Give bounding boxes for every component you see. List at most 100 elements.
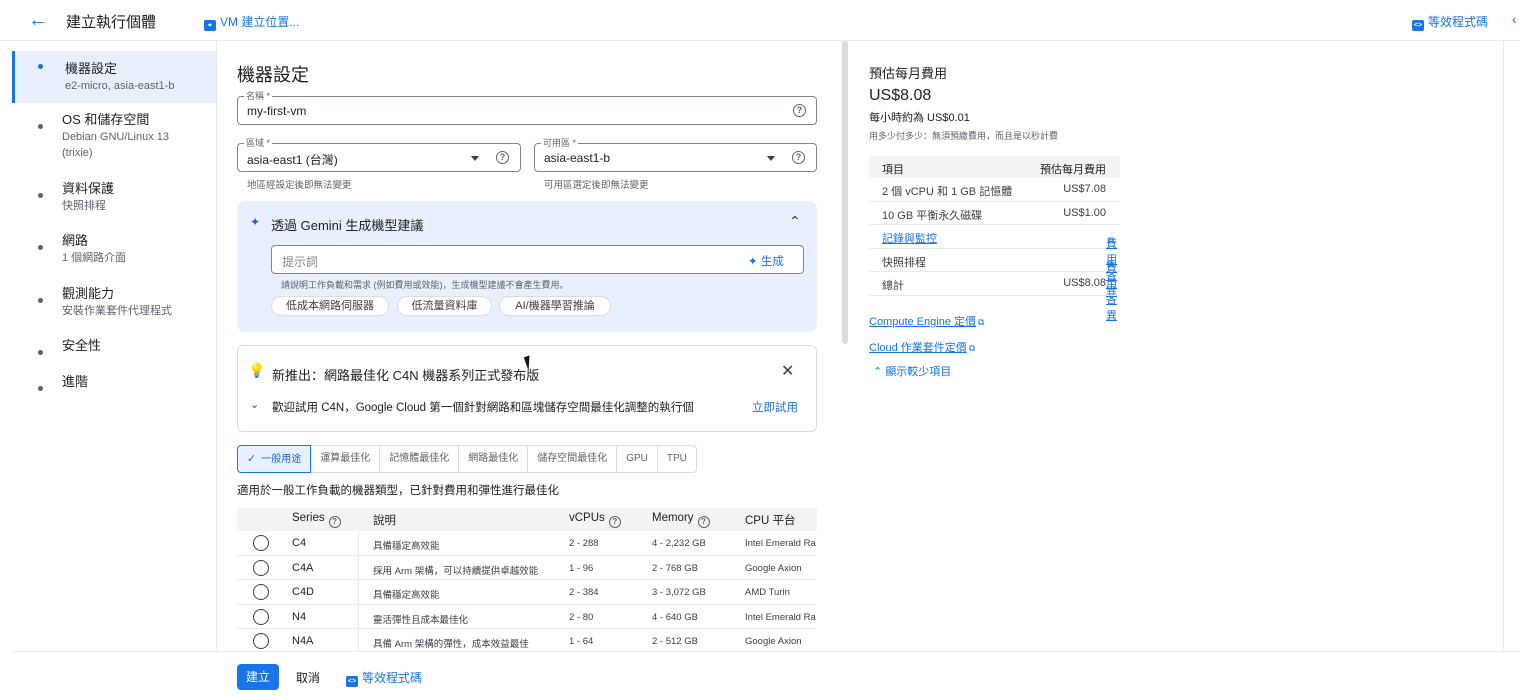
help-icon[interactable]: ? [697, 516, 710, 528]
tab-compute-optimized[interactable]: 運算最佳化 [311, 445, 381, 473]
chip-low-cost-web-server[interactable]: 低成本網路伺服器 [271, 296, 389, 316]
cell-divider [358, 531, 359, 555]
region-select[interactable]: 區域 * asia-east1 (台灣) ? [237, 137, 521, 172]
table-row[interactable]: N4A 具備 Arm 架構的彈性，成本效益最佳 1 - 64 2 - 512 G… [237, 629, 817, 651]
step-title: 觀測能力 [62, 286, 115, 301]
show-less-label: 顯示較少項目 [885, 366, 952, 378]
table-header: Series? 說明 vCPUs? Memory? CPU 平台 [237, 508, 817, 531]
help-icon[interactable]: ? [608, 516, 621, 528]
header-desc: 說明 [373, 515, 396, 527]
cell-divider [358, 604, 359, 629]
step-title: 機器設定 [65, 61, 118, 76]
external-link-icon: ⧉ [968, 343, 976, 353]
equivalent-code-button[interactable]: <> 等效程式碼 [346, 669, 422, 687]
series-cpu: AMD Turin [745, 587, 790, 598]
help-icon[interactable]: ? [793, 104, 806, 117]
cost-value: US$7.08 [1063, 183, 1106, 195]
cost-row: 記錄與監控 費用各異 ⧉ [869, 225, 1120, 298]
cost-row: 總計 US$8.08 [869, 272, 1120, 296]
radio-button[interactable] [253, 535, 269, 551]
radio-button[interactable] [253, 633, 269, 649]
page-title: 建立執行個體 [66, 14, 157, 31]
step-networking[interactable]: 網路 1 個網路介面 [12, 232, 216, 272]
chevron-down-icon[interactable]: ⌄ [250, 398, 259, 411]
series-vcpus: 2 - 288 [569, 538, 599, 549]
step-dot-icon [38, 64, 43, 69]
radio-button[interactable] [253, 608, 269, 625]
tab-storage-optimized[interactable]: 儲存空間最佳化 [528, 445, 618, 473]
back-arrow-icon[interactable]: ← [26, 8, 50, 32]
code-icon: <> [346, 676, 358, 687]
help-icon[interactable]: ? [328, 516, 341, 528]
table-row[interactable]: N4 靈活彈性且成本最佳化 2 - 80 4 - 640 GB Intel Em… [237, 604, 817, 629]
equivalent-code-top-button[interactable]: <> 等效程式碼 [1412, 13, 1488, 31]
chip-low-traffic-db[interactable]: 低流量資料庫 [397, 296, 492, 316]
header-item: 項目 [882, 164, 904, 176]
gemini-title: 透過 Gemini 生成機型建議 [271, 218, 424, 233]
series-desc: 具備穩定高效能 [373, 541, 440, 552]
cost-item: 10 GB 平衡永久磁碟 [882, 209, 983, 222]
series-desc: 靈活彈性且成本最佳化 [373, 614, 469, 626]
table-row[interactable]: C4 具備穩定高效能 2 - 288 4 - 2,232 GB Intel Em… [237, 531, 817, 556]
tab-memory-optimized[interactable]: 記憶體最佳化 [380, 445, 460, 473]
series-name: N4A [292, 635, 314, 647]
cancel-button[interactable]: 取消 [296, 669, 320, 686]
main-form: 機器設定 名稱 * my-first-vm ? 區域 * asia-east1 … [218, 41, 840, 651]
help-icon[interactable]: ? [792, 151, 805, 164]
series-memory: 2 - 768 GB [652, 562, 698, 574]
try-now-link[interactable]: 立即試用 [752, 399, 798, 415]
region-value: asia-east1 (台灣) [247, 153, 338, 167]
monthly-cost: US$8.08 [869, 87, 932, 104]
radio-button[interactable] [253, 559, 269, 576]
divider [1503, 41, 1504, 651]
bottom-action-bar: 建立 取消 <> 等效程式碼 [12, 651, 1520, 698]
close-icon[interactable]: ✕ [781, 361, 794, 381]
step-dot-icon [38, 124, 43, 129]
step-machine-config[interactable]: 機器設定 e2-micro, asia-east1-b [12, 51, 216, 103]
stepper-nav: 機器設定 e2-micro, asia-east1-b OS 和儲存空間 Deb… [12, 41, 217, 651]
external-link-icon: ⧉ [1108, 258, 1115, 269]
step-dot-icon [38, 298, 43, 303]
zone-select[interactable]: 可用區 * asia-east1-b ? [534, 137, 817, 172]
create-button[interactable]: 建立 [237, 664, 279, 690]
tab-gpu[interactable]: GPU [617, 445, 658, 473]
prompt-input[interactable]: 提示詞 ✦ 生成 [271, 245, 804, 274]
step-dot-icon [38, 245, 43, 250]
section-title: 機器設定 [237, 65, 309, 85]
tab-network-optimized[interactable]: 網路最佳化 [459, 445, 529, 473]
logging-monitoring-link[interactable]: 記錄與監控 [882, 230, 937, 246]
header-vcpus: vCPUs? [569, 512, 621, 528]
chevron-up-icon[interactable]: ⌃ [789, 213, 801, 230]
top-bar: ← 建立執行個體 ⌖ VM 建立位置... <> 等效程式碼 ‹ [0, 0, 1520, 41]
vm-location-button[interactable]: ⌖ VM 建立位置... [204, 13, 299, 31]
radio-button[interactable] [253, 584, 269, 600]
cell-divider [358, 580, 359, 604]
equivalent-code-label: 等效程式碼 [362, 671, 423, 685]
collapse-panel-chevron-icon[interactable]: ‹ [1512, 11, 1517, 27]
series-memory: 2 - 512 GB [652, 636, 698, 647]
series-desc: 採用 Arm 架構，可以持續提供卓越效能 [373, 565, 539, 577]
cloud-ops-pricing-link[interactable]: Cloud 作業套件定價 ⧉ [869, 339, 975, 355]
region-hint: 地區經設定後即無法變更 [247, 180, 352, 191]
step-security[interactable]: 安全性 [12, 337, 216, 361]
show-less-button[interactable]: ⌃ 顯示較少項目 [873, 363, 951, 379]
header-memory: Memory? [652, 512, 710, 528]
scrollbar[interactable] [842, 41, 848, 344]
generate-button[interactable]: ✦ 生成 [748, 253, 784, 269]
table-row[interactable]: C4A 採用 Arm 架構，可以持續提供卓越效能 1 - 96 2 - 768 … [237, 555, 817, 580]
table-row[interactable]: C4D 具備穩定高效能 2 - 384 3 - 3,072 GB AMD Tur… [237, 580, 817, 605]
step-advanced[interactable]: 進階 [12, 373, 216, 397]
chip-ai-ml-inference[interactable]: AI/機器學習推論 [499, 296, 611, 316]
name-field[interactable]: 名稱 * my-first-vm ? [237, 90, 817, 125]
tab-general-purpose[interactable]: ✓ 一般用途 [237, 445, 312, 473]
step-os-storage[interactable]: OS 和儲存空間 Debian GNU/Linux 13 (trixie) [12, 111, 216, 167]
compute-engine-pricing-link[interactable]: Compute Engine 定價 ⧉ [869, 313, 984, 329]
tab-tpu[interactable]: TPU [657, 445, 697, 473]
equivalent-code-label: 等效程式碼 [1428, 15, 1489, 29]
step-observability[interactable]: 觀測能力 安裝作業套件代理程式 [12, 285, 216, 325]
tabs-description: 適用於一般工作負載的機器類型，已針對費用和彈性進行最佳化 [237, 485, 559, 497]
step-subtitle: e2-micro, asia-east1-b [65, 80, 175, 92]
help-icon[interactable]: ? [496, 151, 509, 164]
header-cpu: CPU 平台 [745, 515, 796, 527]
step-data-protection[interactable]: 資料保護 快照排程 [12, 180, 216, 220]
